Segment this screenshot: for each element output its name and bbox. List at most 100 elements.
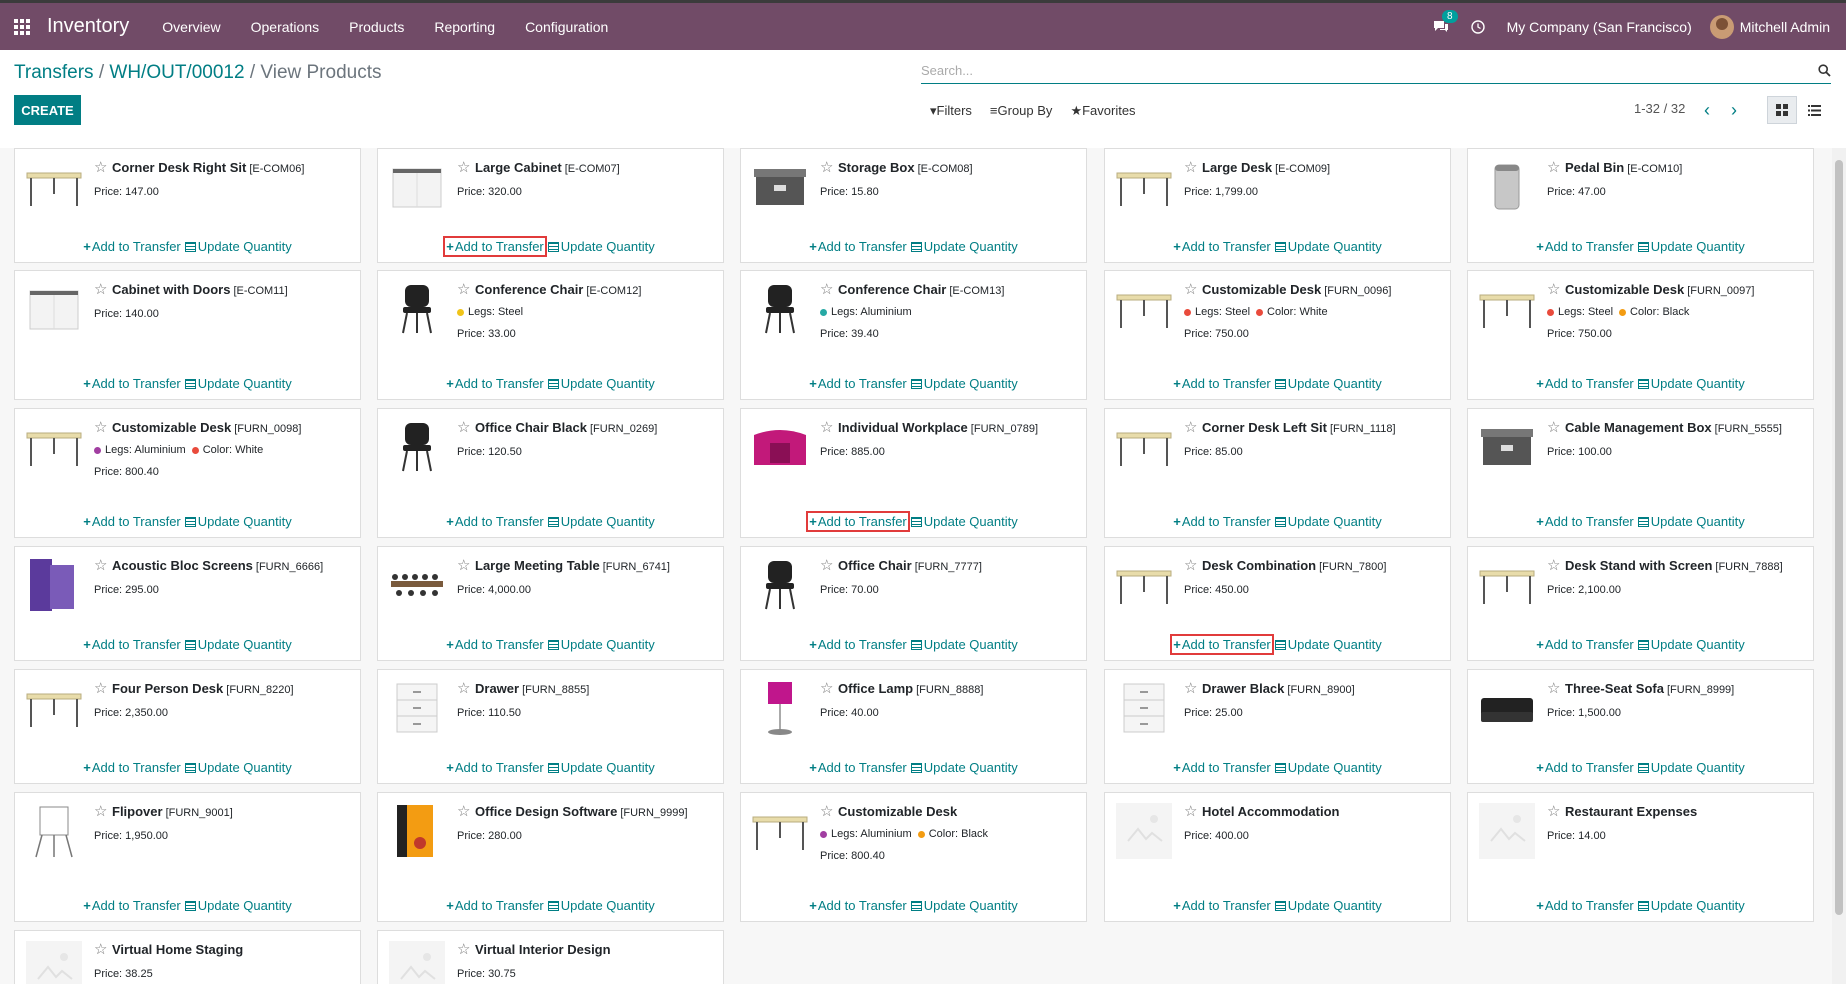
update-quantity-button[interactable]: Update Quantity (546, 237, 657, 256)
app-name[interactable]: Inventory (47, 15, 129, 38)
menu-overview[interactable]: Overview (147, 19, 235, 35)
product-card[interactable]: ☆ Customizable Desk [FURN_0097] Legs: Steel… (1467, 270, 1814, 400)
star-icon[interactable]: ☆ (94, 802, 108, 820)
add-to-transfer-button[interactable]: + Add to Transfer (807, 896, 908, 915)
search-icon[interactable] (1813, 63, 1831, 77)
product-card[interactable]: ☆ Office Design Software [FURN_9999] Price:… (377, 792, 724, 922)
menu-configuration[interactable]: Configuration (510, 19, 623, 35)
update-quantity-button[interactable]: Update Quantity (1273, 512, 1384, 531)
product-card[interactable]: ☆ Desk Stand with Screen [FURN_7888] Price:… (1467, 546, 1814, 661)
menu-operations[interactable]: Operations (236, 19, 334, 35)
product-card[interactable]: ☆ Office Chair [FURN_7777] Price: 70.00 + Add… (740, 546, 1087, 661)
star-icon[interactable]: ☆ (820, 280, 834, 298)
star-icon[interactable]: ☆ (1184, 418, 1198, 436)
add-to-transfer-button[interactable]: + Add to Transfer (1534, 896, 1635, 915)
product-card[interactable]: ☆ Customizable Desk [FURN_0096] Legs: Steel… (1104, 270, 1451, 400)
update-quantity-button[interactable]: Update Quantity (1636, 635, 1747, 654)
star-icon[interactable]: ☆ (1547, 280, 1561, 298)
update-quantity-button[interactable]: Update Quantity (546, 635, 657, 654)
star-icon[interactable]: ☆ (94, 280, 108, 298)
scrollbar-thumb[interactable] (1835, 160, 1843, 915)
product-card[interactable]: ☆ Cabinet with Doors [E-COM11] Price: 140.0… (14, 270, 361, 400)
add-to-transfer-button[interactable]: + Add to Transfer (443, 236, 547, 257)
star-icon[interactable]: ☆ (1547, 679, 1561, 697)
add-to-transfer-button[interactable]: + Add to Transfer (1171, 512, 1272, 531)
pager-value[interactable]: 1-32 / 32 (1634, 101, 1685, 116)
update-quantity-button[interactable]: Update Quantity (1636, 758, 1747, 777)
product-card[interactable]: ☆ Three-Seat Sofa [FURN_8999] Price: 1,500.… (1467, 669, 1814, 784)
scrollbar[interactable] (1832, 148, 1846, 984)
star-icon[interactable]: ☆ (820, 418, 834, 436)
add-to-transfer-button[interactable]: + Add to Transfer (1534, 512, 1635, 531)
group-by-button[interactable]: ≡Group By (990, 103, 1053, 119)
update-quantity-button[interactable]: Update Quantity (183, 758, 294, 777)
add-to-transfer-button[interactable]: + Add to Transfer (807, 635, 908, 654)
product-card[interactable]: ☆ Four Person Desk [FURN_8220] Price: 2,350… (14, 669, 361, 784)
add-to-transfer-button[interactable]: + Add to Transfer (807, 237, 908, 256)
update-quantity-button[interactable]: Update Quantity (1273, 758, 1384, 777)
star-icon[interactable]: ☆ (94, 679, 108, 697)
star-icon[interactable]: ☆ (820, 158, 834, 176)
product-card[interactable]: ☆ Hotel Accommodation Price: 400.00 + Add to… (1104, 792, 1451, 922)
add-to-transfer-button[interactable]: + Add to Transfer (81, 758, 182, 777)
add-to-transfer-button[interactable]: + Add to Transfer (444, 635, 545, 654)
star-icon[interactable]: ☆ (457, 280, 471, 298)
star-icon[interactable]: ☆ (94, 418, 108, 436)
breadcrumb-record[interactable]: WH/OUT/00012 (109, 62, 244, 83)
kanban-view-button[interactable] (1767, 96, 1797, 124)
company-switcher[interactable]: My Company (San Francisco) (1495, 19, 1710, 35)
star-icon[interactable]: ☆ (820, 679, 834, 697)
pager-previous-button[interactable]: ‹ (1695, 99, 1719, 121)
star-icon[interactable]: ☆ (94, 158, 108, 176)
product-card[interactable]: ☆Virtual Interior DesignPrice: 30.75+Add… (377, 930, 724, 984)
add-to-transfer-button[interactable]: + Add to Transfer (81, 237, 182, 256)
star-icon[interactable]: ☆ (457, 556, 471, 574)
add-to-transfer-button[interactable]: + Add to Transfer (1534, 758, 1635, 777)
add-to-transfer-button[interactable]: + Add to Transfer (1534, 374, 1635, 393)
update-quantity-button[interactable]: Update Quantity (909, 237, 1020, 256)
update-quantity-button[interactable]: Update Quantity (909, 374, 1020, 393)
add-to-transfer-button[interactable]: + Add to Transfer (1534, 635, 1635, 654)
product-card[interactable]: ☆ Large Desk [E-COM09] Price: 1,799.00 + Add … (1104, 148, 1451, 263)
update-quantity-button[interactable]: Update Quantity (1273, 237, 1384, 256)
update-quantity-button[interactable]: Update Quantity (546, 512, 657, 531)
activity-button[interactable] (1461, 19, 1495, 34)
star-icon[interactable]: ☆ (457, 418, 471, 436)
star-icon[interactable]: ☆ (1547, 158, 1561, 176)
update-quantity-button[interactable]: Update Quantity (183, 237, 294, 256)
update-quantity-button[interactable]: Update Quantity (546, 374, 657, 393)
product-card[interactable]: ☆ Flipover [FURN_9001] Price: 1,950.00 + Add … (14, 792, 361, 922)
update-quantity-button[interactable]: Update Quantity (1273, 635, 1384, 654)
update-quantity-button[interactable]: Update Quantity (909, 512, 1020, 531)
star-icon[interactable]: ☆ (1184, 556, 1198, 574)
add-to-transfer-button[interactable]: + Add to Transfer (1171, 758, 1272, 777)
update-quantity-button[interactable]: Update Quantity (183, 374, 294, 393)
star-icon[interactable]: ☆ (457, 802, 471, 820)
product-card[interactable]: ☆ Pedal Bin [E-COM10] Price: 47.00 + Add to T… (1467, 148, 1814, 263)
update-quantity-button[interactable]: Update Quantity (183, 512, 294, 531)
pager-next-button[interactable]: › (1722, 99, 1746, 121)
product-card[interactable]: ☆ Customizable Desk [FURN_0098] Legs: Alumi… (14, 408, 361, 538)
star-icon[interactable]: ☆ (1184, 280, 1198, 298)
product-card[interactable]: ☆ Large Cabinet [E-COM07] Price: 320.00 + Add… (377, 148, 724, 263)
product-card[interactable]: ☆ Restaurant Expenses Price: 14.00 + Add to … (1467, 792, 1814, 922)
product-card[interactable]: ☆ Customizable Desk Legs: Aluminium Color: … (740, 792, 1087, 922)
star-icon[interactable]: ☆ (1547, 418, 1561, 436)
product-card[interactable]: ☆ Drawer Black [FURN_8900] Price: 25.00 + Add… (1104, 669, 1451, 784)
update-quantity-button[interactable]: Update Quantity (909, 896, 1020, 915)
add-to-transfer-button[interactable]: + Add to Transfer (81, 896, 182, 915)
update-quantity-button[interactable]: Update Quantity (1273, 896, 1384, 915)
star-icon[interactable]: ☆ (1184, 158, 1198, 176)
update-quantity-button[interactable]: Update Quantity (909, 758, 1020, 777)
apps-menu-icon[interactable] (0, 3, 44, 50)
product-card[interactable]: ☆ Individual Workplace [FURN_0789] Price: 8… (740, 408, 1087, 538)
add-to-transfer-button[interactable]: + Add to Transfer (81, 374, 182, 393)
add-to-transfer-button[interactable]: + Add to Transfer (1534, 237, 1635, 256)
product-card[interactable]: ☆ Cable Management Box [FURN_5555] Price: 1… (1467, 408, 1814, 538)
add-to-transfer-button[interactable]: + Add to Transfer (81, 635, 182, 654)
filters-button[interactable]: ▾Filters (930, 103, 972, 119)
product-card[interactable]: ☆ Office Chair Black [FURN_0269] Price: 120… (377, 408, 724, 538)
add-to-transfer-button[interactable]: + Add to Transfer (1170, 634, 1274, 655)
update-quantity-button[interactable]: Update Quantity (1636, 374, 1747, 393)
add-to-transfer-button[interactable]: + Add to Transfer (1171, 237, 1272, 256)
